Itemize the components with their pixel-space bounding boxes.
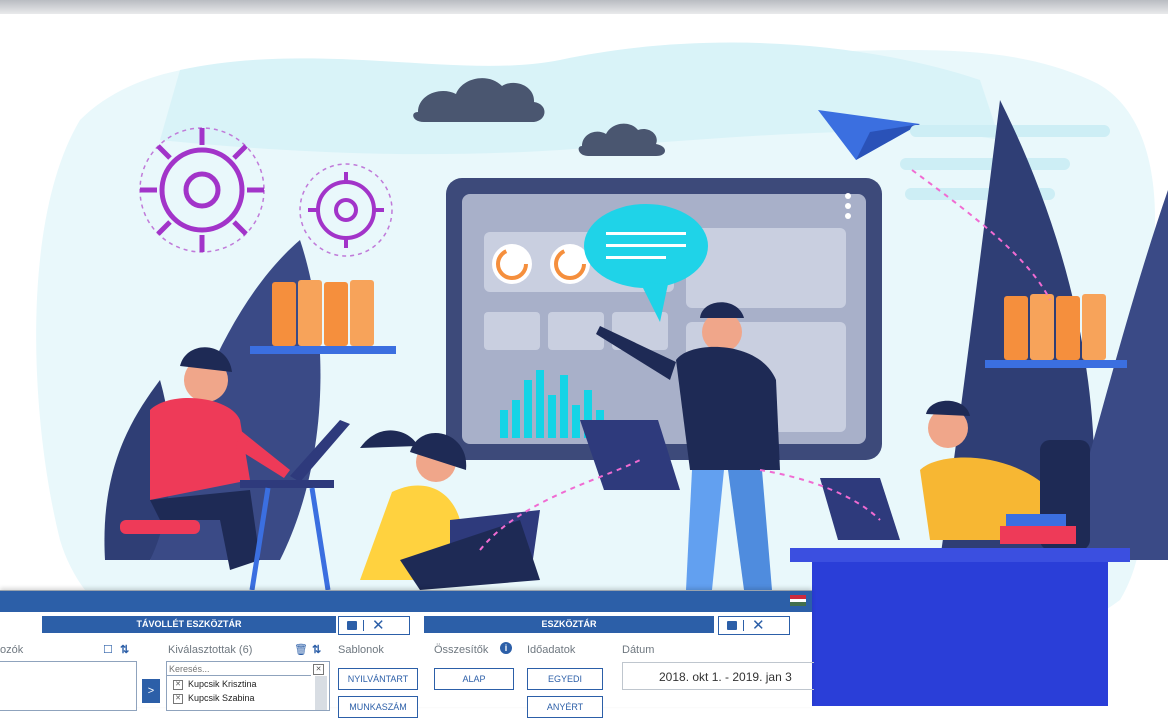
trash-icon[interactable]: 🗑 bbox=[294, 643, 308, 656]
timedata-button-anyert[interactable]: ANYÉRT bbox=[527, 696, 603, 718]
window-header-bar bbox=[0, 591, 812, 612]
shelf bbox=[985, 360, 1127, 368]
remove-icon[interactable]: ✕ bbox=[173, 693, 183, 704]
scrollbar[interactable] bbox=[315, 676, 327, 710]
list-item[interactable]: ✕ Kupcsik Szabina bbox=[167, 693, 255, 704]
list-item[interactable]: ✕ Kupcsik Krisztina bbox=[167, 679, 257, 690]
column-label-summaries: Összesítők bbox=[434, 644, 489, 656]
summary-button-alap[interactable]: ALAP bbox=[434, 668, 514, 690]
column-label-templates: Sablonok bbox=[338, 644, 384, 656]
close-icon[interactable]: ✕ bbox=[372, 618, 385, 633]
column-label-users: ozók bbox=[0, 644, 24, 656]
info-icon[interactable]: i bbox=[500, 642, 512, 654]
date-range-field[interactable]: 2018. okt 1. - 2019. jan 3 bbox=[622, 662, 814, 690]
shelf bbox=[250, 346, 396, 354]
main-toolbar-title: ESZKÖZTÁR bbox=[424, 616, 714, 633]
timedata-button-egyedi[interactable]: EGYEDI bbox=[527, 668, 603, 690]
list-item-label: Kupcsik Krisztina bbox=[188, 679, 257, 689]
sort-icon[interactable]: ⇅ bbox=[312, 643, 321, 656]
list-item-label: Kupcsik Szabina bbox=[188, 693, 255, 703]
minimize-icon[interactable] bbox=[727, 621, 737, 630]
checkbox-icon[interactable]: ☐ bbox=[103, 643, 113, 656]
remove-icon[interactable]: ✕ bbox=[173, 679, 183, 690]
sort-icon[interactable]: ⇅ bbox=[120, 643, 129, 656]
search-input[interactable] bbox=[167, 662, 311, 676]
absence-toolbar-controls: ✕ bbox=[338, 616, 410, 635]
absence-toolbar-title: TÁVOLLÉT ESZKÖZTÁR bbox=[42, 616, 336, 633]
hungarian-flag-icon[interactable] bbox=[790, 595, 806, 606]
clear-search-icon[interactable]: ✕ bbox=[313, 664, 324, 675]
absence-toolbar: TÁVOLLÉT ESZKÖZTÁR ✕ bbox=[42, 616, 412, 635]
selected-list[interactable]: ✕ ✕ Kupcsik Krisztina ✕ Kupcsik Szabina bbox=[166, 661, 330, 711]
column-label-date: Dátum bbox=[622, 644, 655, 656]
close-icon[interactable]: ✕ bbox=[752, 618, 765, 633]
divider bbox=[743, 620, 744, 631]
add-to-selection-button[interactable]: > bbox=[142, 679, 160, 703]
column-label-timedata: Időadatok bbox=[527, 644, 576, 656]
template-button-nyilvantart[interactable]: NYILVÁNTART bbox=[338, 668, 418, 690]
desk bbox=[790, 548, 1130, 706]
app-window: TÁVOLLÉT ESZKÖZTÁR ✕ ESZKÖZTÁR ✕ ozók ☐ … bbox=[0, 590, 814, 718]
minimize-icon[interactable] bbox=[347, 621, 357, 630]
users-list[interactable] bbox=[0, 661, 137, 711]
template-button-munkaszam[interactable]: MUNKASZÁM bbox=[338, 696, 418, 718]
divider bbox=[363, 620, 364, 631]
main-toolbar-controls: ✕ bbox=[718, 616, 790, 635]
main-toolbar: ESZKÖZTÁR ✕ bbox=[424, 616, 810, 635]
column-label-selected: Kiválasztottak (6) bbox=[168, 644, 253, 656]
